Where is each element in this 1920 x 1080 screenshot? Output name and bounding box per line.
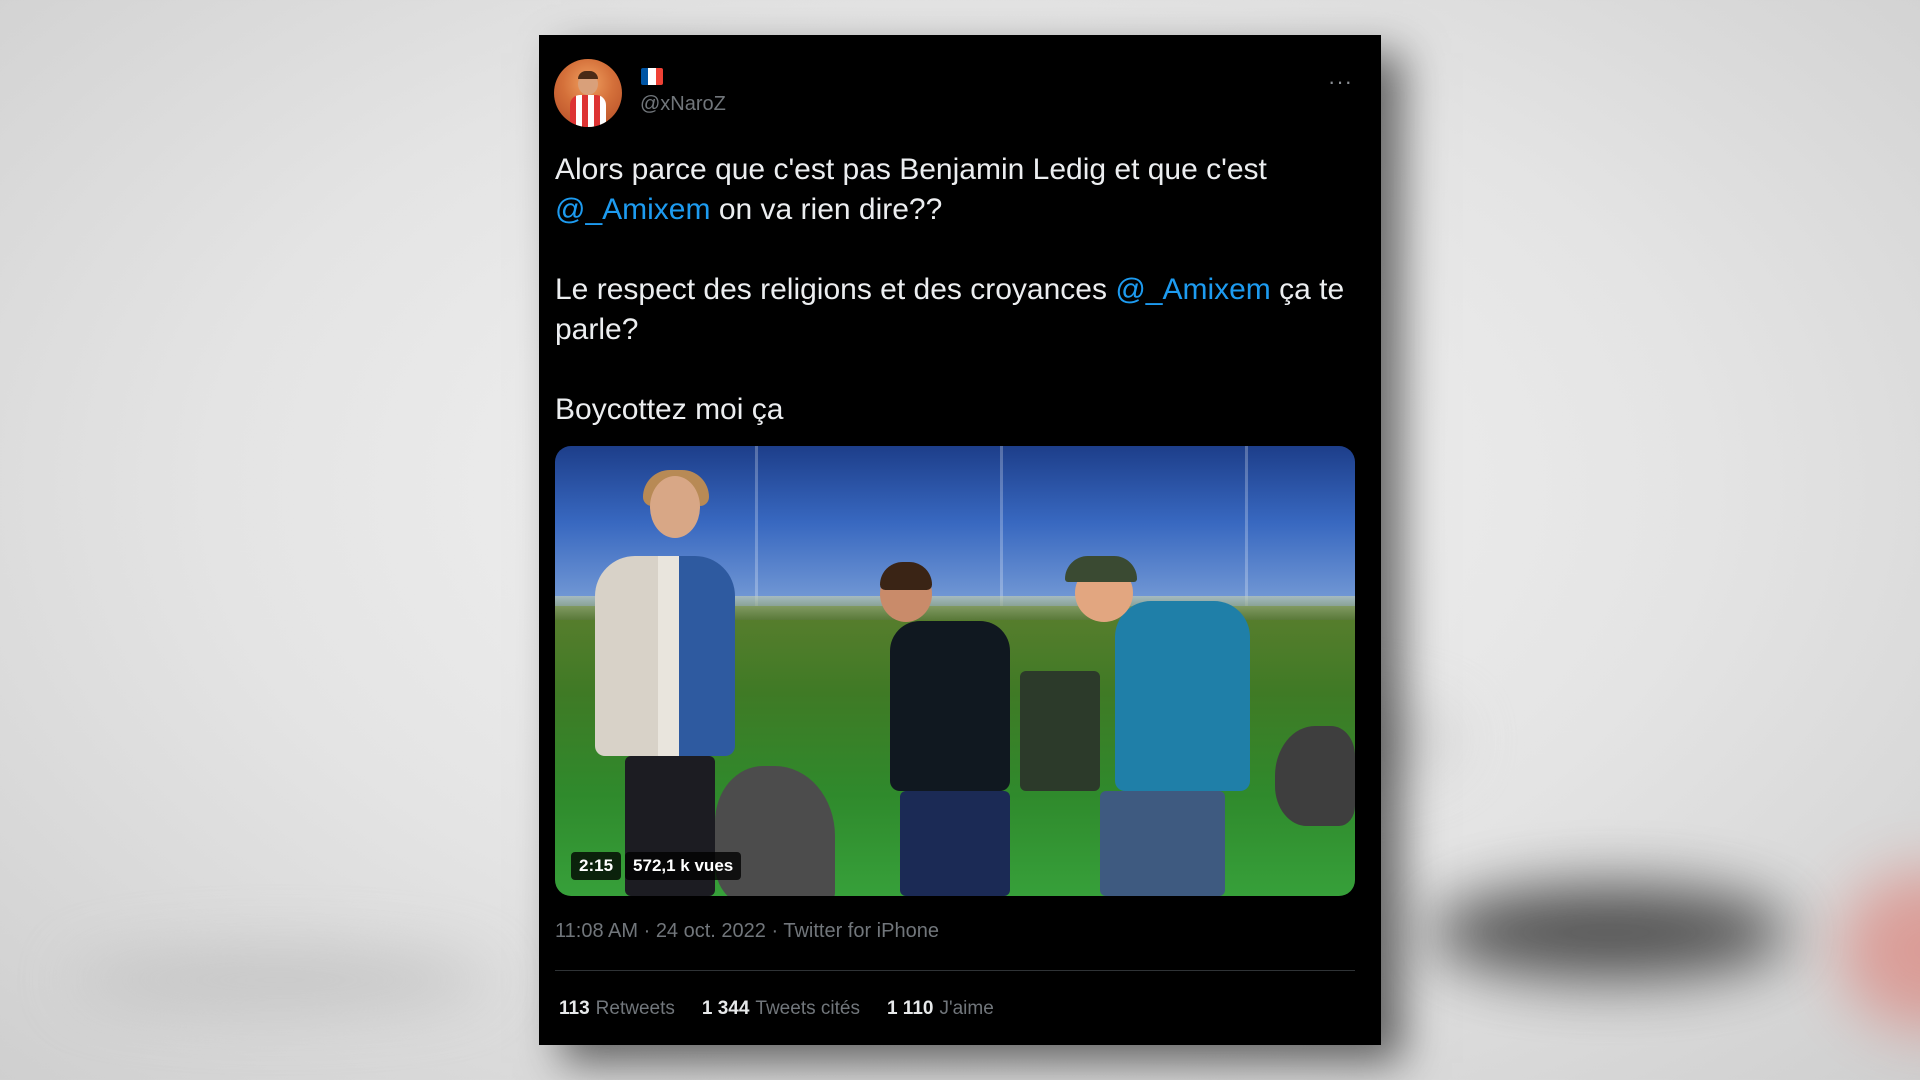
blurred-background-shape — [70, 950, 490, 1010]
mention-link[interactable]: @_Amixem — [555, 193, 710, 226]
retweets-label: Retweets — [595, 998, 675, 1019]
tweet-text-segment: on va rien dire?? — [710, 193, 943, 226]
tweet-text: Alors parce que c'est pas Benjamin Ledig… — [555, 150, 1355, 470]
more-options-icon[interactable]: ··· — [1328, 69, 1353, 95]
flag-stripe-blue — [641, 68, 649, 85]
retweets-stat[interactable]: 113 Retweets — [559, 998, 675, 1020]
divider — [555, 970, 1355, 971]
tweet-paragraph: Le respect des religions et des croyance… — [555, 270, 1355, 350]
tweet-source[interactable]: Twitter for iPhone — [783, 920, 939, 942]
backdrop-fold — [1000, 446, 1003, 616]
video-views: 572,1 k vues — [625, 852, 742, 880]
quote-tweets-count: 1 344 — [701, 998, 750, 1019]
blurred-background-shape — [1430, 885, 1790, 980]
person-shirt — [1115, 601, 1250, 791]
flag-stripe-white — [648, 68, 656, 85]
backdrop-fold — [1245, 446, 1248, 616]
backdrop-fold — [755, 446, 758, 616]
tweet-text-segment: Le respect des religions et des croyance… — [555, 273, 1116, 306]
retweets-count: 113 — [559, 998, 590, 1019]
likes-count: 1 110 — [886, 998, 934, 1019]
prop-rock — [1275, 726, 1355, 826]
person-head — [650, 476, 700, 538]
avatar[interactable] — [554, 59, 622, 127]
tweet-card: @xNaroZ ··· Alors parce que c'est pas Be… — [539, 35, 1381, 1045]
person-shirt — [890, 621, 1010, 791]
likes-stat[interactable]: 1 110 J'aime — [887, 998, 994, 1020]
user-handle[interactable]: @xNaroZ — [640, 93, 726, 116]
tweet-text-segment: Alors parce que c'est pas Benjamin Ledig… — [555, 153, 1267, 186]
blurred-background-shape — [1840, 870, 1920, 1030]
video-thumbnail[interactable]: 2:15 572,1 k vues — [555, 446, 1355, 896]
flag-stripe-red — [655, 68, 663, 85]
meta-separator: · — [771, 920, 784, 942]
france-flag-icon — [641, 68, 663, 85]
avatar-hair — [578, 71, 598, 79]
avatar-shirt — [570, 95, 606, 127]
person-legs — [900, 791, 1010, 896]
video-badges: 2:15 572,1 k vues — [571, 852, 742, 880]
tweet-text-segment: Boycottez moi ça — [555, 393, 784, 426]
person-cap — [1065, 556, 1137, 582]
likes-label: J'aime — [939, 998, 994, 1019]
meta-separator: · — [643, 920, 656, 942]
tweet-stats: 113 Retweets 1 344 Tweets cités 1 110 J'aim… — [559, 998, 994, 1020]
tweet-paragraph: Alors parce que c'est pas Benjamin Ledig… — [555, 150, 1355, 230]
prop-case — [1020, 671, 1100, 791]
quote-tweets-stat[interactable]: 1 344 Tweets cités — [702, 998, 860, 1020]
mention-link[interactable]: @_Amixem — [1115, 273, 1270, 306]
tweet-date[interactable]: 24 oct. 2022 — [656, 920, 766, 942]
tweet-paragraph: Boycottez moi ça — [555, 390, 1355, 430]
video-duration: 2:15 — [571, 852, 622, 880]
quote-tweets-label: Tweets cités — [755, 998, 860, 1019]
tweet-time[interactable]: 11:08 AM — [555, 920, 638, 942]
person-legs — [1100, 791, 1225, 896]
tweet-meta: 11:08 AM · 24 oct. 2022 · Twitter for iP… — [555, 920, 939, 943]
person-sweater — [595, 556, 735, 756]
